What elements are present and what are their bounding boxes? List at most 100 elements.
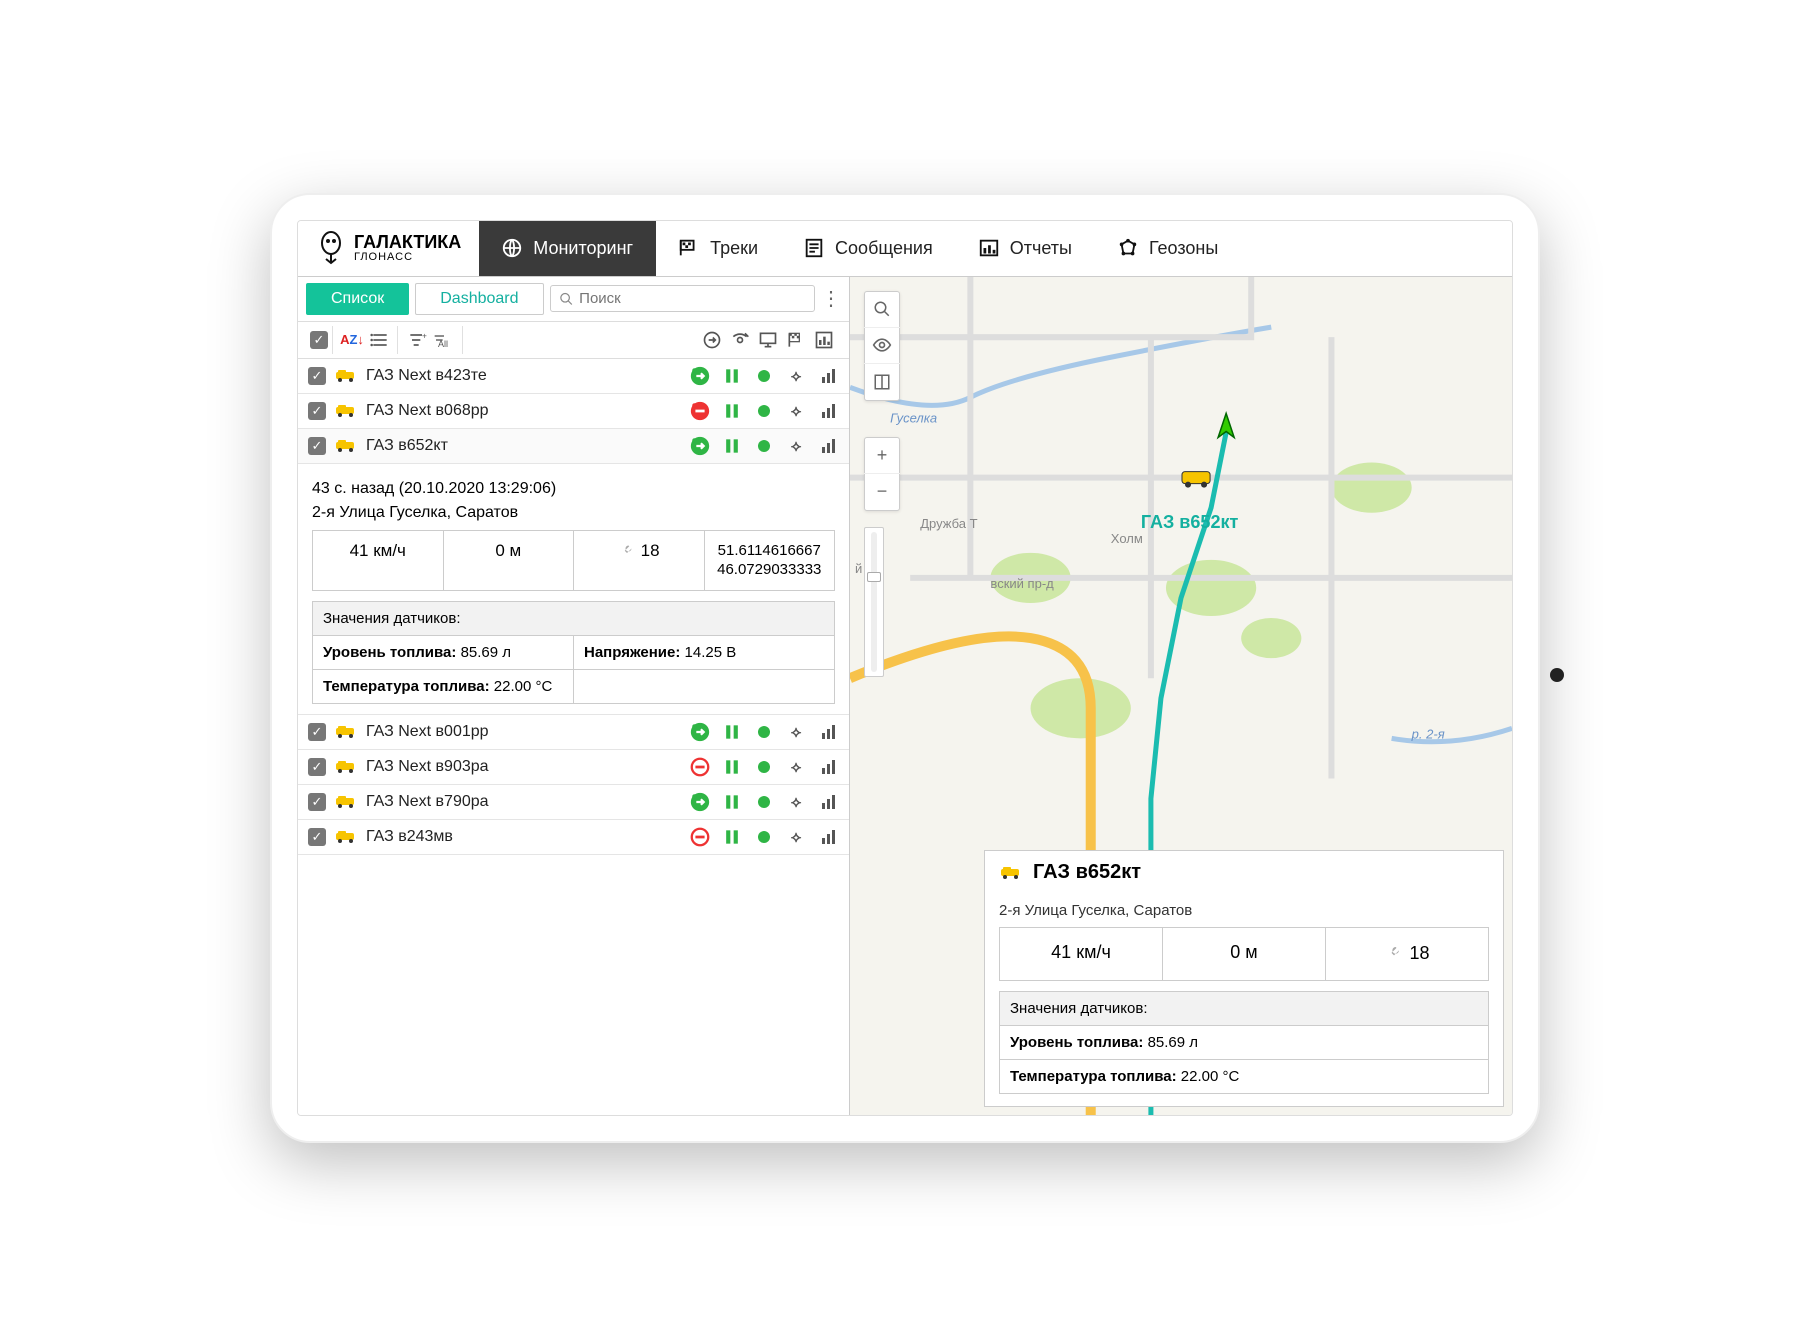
list-toolbar: ✓ AZ↓ + All bbox=[298, 322, 849, 359]
route-icon[interactable]: ⟡ bbox=[785, 400, 807, 422]
pause-icon[interactable] bbox=[721, 826, 743, 848]
wrench-icon bbox=[1384, 942, 1404, 962]
more-menu-icon[interactable]: ⋮ bbox=[821, 286, 841, 311]
pause-icon[interactable] bbox=[721, 721, 743, 743]
row-checkbox[interactable]: ✓ bbox=[308, 758, 326, 776]
polygon-icon bbox=[1117, 237, 1139, 259]
map-pane[interactable]: Гуселка Дружба Т Холм вский пр-д й Гу р.… bbox=[850, 277, 1512, 1115]
svg-text:р. 2-я: р. 2-я bbox=[1411, 726, 1445, 741]
search-input[interactable] bbox=[579, 290, 806, 307]
vehicle-row[interactable]: ✓ ГАЗ Next в001рр ⟡ bbox=[298, 715, 849, 750]
left-panel: Список Dashboard ⋮ ✓ AZ↓ bbox=[298, 277, 850, 1115]
popup-sensor-fuel: Уровень топлива: 85.69 л bbox=[1000, 1026, 1488, 1060]
route-icon[interactable]: ⟡ bbox=[785, 435, 807, 457]
status-stop-icon[interactable] bbox=[689, 756, 711, 778]
stats-icon[interactable] bbox=[811, 327, 837, 353]
detail-lon: 46.0729033333 bbox=[713, 560, 827, 580]
pause-icon[interactable] bbox=[721, 435, 743, 457]
route-icon[interactable]: ⟡ bbox=[785, 791, 807, 813]
route-icon[interactable]: ⟡ bbox=[785, 365, 807, 387]
vehicle-name: ГАЗ Next в903ра bbox=[366, 758, 681, 776]
car-icon bbox=[334, 368, 358, 384]
map-search-icon[interactable] bbox=[864, 292, 900, 328]
detail-speed: 41 км/ч bbox=[313, 531, 444, 590]
filter-all-icon[interactable]: All bbox=[432, 327, 458, 353]
checkered-flag-icon[interactable] bbox=[783, 327, 809, 353]
status-go-icon[interactable] bbox=[689, 435, 711, 457]
search-input-wrap[interactable] bbox=[550, 285, 815, 312]
list-view-icon[interactable] bbox=[367, 327, 393, 353]
globe-icon bbox=[501, 237, 523, 259]
select-all-checkbox[interactable]: ✓ bbox=[310, 331, 328, 349]
bars-icon[interactable] bbox=[817, 365, 839, 387]
detail-sat-count: 18 bbox=[641, 541, 660, 560]
status-stop-icon[interactable] bbox=[689, 826, 711, 848]
status-stop-icon[interactable] bbox=[689, 400, 711, 422]
zoom-in-icon[interactable]: + bbox=[864, 438, 900, 474]
online-dot-icon bbox=[753, 826, 775, 848]
car-icon bbox=[334, 829, 358, 845]
nav-tracks-label: Треки bbox=[710, 238, 758, 259]
status-go-icon[interactable] bbox=[689, 791, 711, 813]
sensor-fuel-temp: Температура топлива: 22.00 °C bbox=[313, 670, 574, 703]
map-zoom-controls: + − bbox=[864, 437, 900, 511]
zoom-slider-thumb[interactable] bbox=[867, 572, 881, 582]
zoom-slider[interactable] bbox=[864, 527, 884, 677]
row-checkbox[interactable]: ✓ bbox=[308, 828, 326, 846]
vehicle-row[interactable]: ✓ ГАЗ в243мв ⟡ bbox=[298, 820, 849, 855]
vehicle-row[interactable]: ✓ ГАЗ Next в903ра ⟡ bbox=[298, 750, 849, 785]
online-dot-icon bbox=[753, 721, 775, 743]
tablet-home-button[interactable] bbox=[1550, 668, 1564, 682]
row-checkbox[interactable]: ✓ bbox=[308, 723, 326, 741]
bars-icon[interactable] bbox=[817, 721, 839, 743]
vehicle-row[interactable]: ✓ ГАЗ Next в423те ⟡ bbox=[298, 359, 849, 394]
row-checkbox[interactable]: ✓ bbox=[308, 367, 326, 385]
row-checkbox[interactable]: ✓ bbox=[308, 793, 326, 811]
popup-sat: 18 bbox=[1326, 928, 1488, 979]
route-icon[interactable]: ⟡ bbox=[785, 721, 807, 743]
bars-icon[interactable] bbox=[817, 400, 839, 422]
nav-tracks[interactable]: Треки bbox=[656, 221, 781, 276]
row-checkbox[interactable]: ✓ bbox=[308, 437, 326, 455]
pause-icon[interactable] bbox=[721, 365, 743, 387]
row-checkbox[interactable]: ✓ bbox=[308, 402, 326, 420]
filter-add-icon[interactable]: + bbox=[404, 327, 430, 353]
map-layers-icon[interactable] bbox=[864, 364, 900, 400]
nav-messages[interactable]: Сообщения bbox=[781, 221, 956, 276]
vehicle-row[interactable]: ✓ ГАЗ в652кт ⟡ bbox=[298, 429, 849, 464]
pause-icon[interactable] bbox=[721, 756, 743, 778]
route-icon[interactable]: ⟡ bbox=[785, 826, 807, 848]
map-popup: ГАЗ в652кт 2-я Улица Гуселка, Саратов 41… bbox=[984, 850, 1504, 1106]
popup-sat-count: 18 bbox=[1409, 943, 1429, 963]
monitor-icon[interactable] bbox=[755, 327, 781, 353]
bars-icon[interactable] bbox=[817, 756, 839, 778]
sort-az-icon[interactable]: AZ↓ bbox=[339, 327, 365, 353]
bars-icon[interactable] bbox=[817, 435, 839, 457]
pause-icon[interactable] bbox=[721, 791, 743, 813]
bars-icon[interactable] bbox=[817, 791, 839, 813]
map-controls-top bbox=[864, 291, 900, 401]
nav-reports-label: Отчеты bbox=[1010, 238, 1072, 259]
map-visibility-icon[interactable] bbox=[864, 328, 900, 364]
vehicle-row[interactable]: ✓ ГАЗ Next в068рр ⟡ bbox=[298, 394, 849, 429]
tab-dashboard[interactable]: Dashboard bbox=[415, 283, 543, 315]
popup-sensors-header: Значения датчиков: bbox=[1000, 992, 1488, 1026]
satellite-icon[interactable] bbox=[727, 327, 753, 353]
route-icon[interactable]: ⟡ bbox=[785, 756, 807, 778]
sensor-voltage: Напряжение: 14.25 В bbox=[574, 636, 834, 670]
zoom-out-icon[interactable]: − bbox=[864, 474, 900, 510]
bars-icon[interactable] bbox=[817, 826, 839, 848]
flag-icon bbox=[678, 237, 700, 259]
vehicle-row[interactable]: ✓ ГАЗ Next в790ра ⟡ bbox=[298, 785, 849, 820]
vehicle-list: ✓ ГАЗ Next в423те ⟡ ✓ bbox=[298, 359, 849, 1115]
nav-monitoring[interactable]: Мониторинг bbox=[479, 221, 656, 276]
status-go-icon[interactable] bbox=[689, 721, 711, 743]
tab-list[interactable]: Список bbox=[306, 283, 409, 315]
nav-reports[interactable]: Отчеты bbox=[956, 221, 1095, 276]
pause-icon[interactable] bbox=[721, 400, 743, 422]
status-go-icon[interactable] bbox=[689, 365, 711, 387]
export-icon[interactable] bbox=[699, 327, 725, 353]
nav-geozones[interactable]: Геозоны bbox=[1095, 221, 1241, 276]
document-icon bbox=[803, 237, 825, 259]
svg-text:ГАЗ в652кт: ГАЗ в652кт bbox=[1141, 511, 1239, 531]
